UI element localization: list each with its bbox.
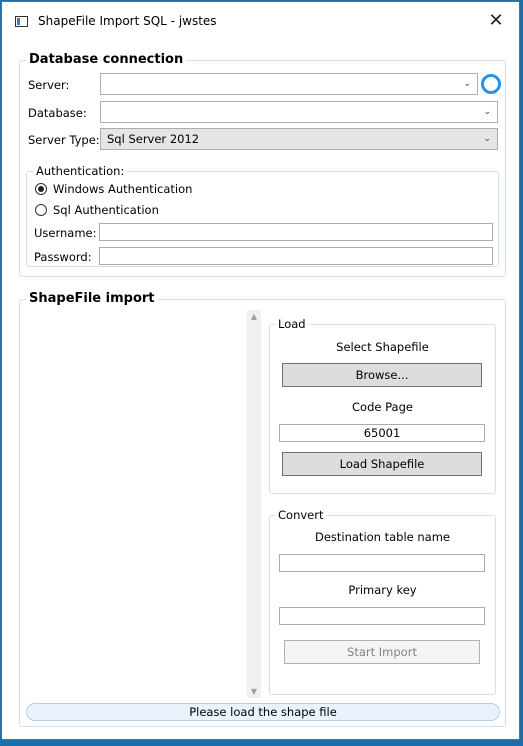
sql-auth-label: Sql Authentication bbox=[53, 203, 159, 217]
sql-auth-radio[interactable]: Sql Authentication bbox=[35, 203, 159, 217]
database-connection-header: Database connection bbox=[26, 52, 187, 67]
destination-table-input[interactable] bbox=[279, 554, 485, 572]
shapefile-import-header: ShapeFile import bbox=[26, 291, 158, 306]
primary-key-label: Primary key bbox=[348, 583, 417, 597]
load-shapefile-button[interactable]: Load Shapefile bbox=[282, 452, 482, 476]
start-import-button[interactable]: Start Import bbox=[284, 640, 480, 664]
app-window-icon bbox=[15, 16, 28, 27]
loading-ring-icon bbox=[481, 74, 501, 94]
username-input[interactable] bbox=[99, 223, 493, 241]
primary-key-input[interactable] bbox=[279, 607, 485, 625]
database-combobox[interactable]: ⌄ bbox=[100, 101, 498, 123]
select-shapefile-label: Select Shapefile bbox=[336, 340, 429, 354]
status-message: Please load the shape file bbox=[26, 703, 500, 721]
shapefile-import-group: ShapeFile import ▲ ▼ Load Select Shapefi… bbox=[19, 291, 506, 727]
vertical-scrollbar[interactable]: ▲ ▼ bbox=[247, 310, 261, 698]
authentication-group: Authentication: Windows Authentication S… bbox=[26, 164, 499, 267]
database-label: Database: bbox=[28, 106, 87, 120]
chevron-down-icon: ⌄ bbox=[463, 79, 471, 89]
browse-button[interactable]: Browse... bbox=[282, 363, 482, 387]
main-window: ShapeFile Import SQL - jwstes ✕ Database… bbox=[1, 1, 520, 740]
database-connection-group: Database connection Server: ⌄ Database: … bbox=[19, 52, 506, 277]
scroll-up-icon[interactable]: ▲ bbox=[247, 312, 261, 321]
load-group: Load Select Shapefile Browse... Code Pag… bbox=[269, 317, 496, 494]
scroll-down-icon[interactable]: ▼ bbox=[247, 687, 261, 696]
radio-unchecked-icon[interactable] bbox=[35, 204, 47, 216]
code-page-input[interactable]: 65001 bbox=[279, 424, 485, 442]
password-label: Password: bbox=[34, 250, 92, 264]
window-title: ShapeFile Import SQL - jwstes bbox=[38, 14, 217, 28]
server-type-label: Server Type: bbox=[28, 133, 100, 147]
server-type-combobox[interactable]: Sql Server 2012 ⌄ bbox=[100, 128, 498, 150]
server-label: Server: bbox=[28, 78, 70, 92]
username-label: Username: bbox=[34, 226, 97, 240]
convert-group: Convert Destination table name Primary k… bbox=[269, 508, 496, 695]
windows-auth-radio[interactable]: Windows Authentication bbox=[35, 182, 192, 196]
chevron-down-icon: ⌄ bbox=[483, 107, 491, 117]
load-header: Load bbox=[275, 317, 309, 331]
code-page-label: Code Page bbox=[352, 400, 413, 414]
title-bar: ShapeFile Import SQL - jwstes ✕ bbox=[2, 2, 519, 39]
authentication-header: Authentication: bbox=[33, 164, 128, 178]
server-type-value: Sql Server 2012 bbox=[107, 132, 200, 146]
radio-checked-icon[interactable] bbox=[35, 183, 47, 195]
password-input[interactable] bbox=[99, 247, 493, 265]
chevron-down-icon: ⌄ bbox=[483, 134, 491, 144]
convert-header: Convert bbox=[275, 508, 327, 522]
server-combobox[interactable]: ⌄ bbox=[100, 73, 478, 95]
close-icon[interactable]: ✕ bbox=[473, 2, 519, 39]
windows-auth-label: Windows Authentication bbox=[53, 182, 193, 196]
destination-table-label: Destination table name bbox=[314, 530, 451, 544]
